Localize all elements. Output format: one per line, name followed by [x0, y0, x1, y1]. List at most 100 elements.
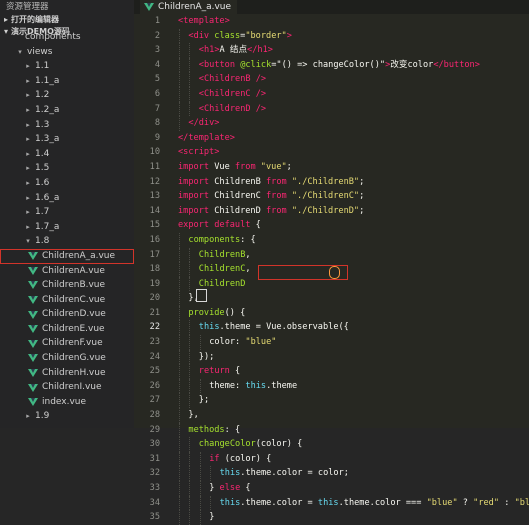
- line-text: <ChildrenB />: [178, 72, 266, 87]
- indent-guide: [179, 116, 180, 131]
- tree-item-label: 1.3_a: [35, 134, 60, 145]
- chevron-down-icon: ▾: [18, 47, 22, 56]
- chevron-down-icon: ▾: [4, 27, 9, 36]
- code-token: @click: [240, 59, 272, 70]
- folder-item[interactable]: ▸ 1.2_a: [0, 103, 134, 118]
- line-number: 23: [149, 337, 160, 348]
- code-token: });: [198, 351, 215, 362]
- indent-guide: [199, 510, 201, 525]
- file-item[interactable]: index.vue: [0, 395, 134, 410]
- vue-file-icon: [28, 325, 38, 334]
- indent-guide: [189, 510, 191, 525]
- folder-item[interactable]: ▸ 1.7: [0, 205, 134, 220]
- folder-item[interactable]: ▸ 1.4: [0, 147, 134, 162]
- file-item[interactable]: ChildrenG.vue: [0, 351, 134, 366]
- code-line: 12 import ChildrenB from "./ChildrenB";: [134, 175, 529, 190]
- code-token: };: [198, 395, 210, 406]
- indent-guide: [179, 291, 180, 306]
- code-token: this: [198, 322, 220, 333]
- line-text: } else {: [178, 481, 251, 496]
- folder-item[interactable]: ▸ 1.6_a: [0, 191, 134, 206]
- code-token: }: [209, 483, 220, 493]
- code-line: 25 return {: [134, 364, 529, 379]
- folder-item[interactable]: ▾ 1.8: [0, 234, 134, 249]
- file-item[interactable]: ChildrenB.vue: [0, 278, 134, 293]
- code-token: ?: [457, 497, 474, 508]
- code-token: "border": [245, 30, 287, 41]
- vue-file-icon: [28, 310, 38, 319]
- code-token: export default: [178, 220, 256, 231]
- code-token: </template>: [178, 132, 235, 143]
- code-token: import: [178, 191, 215, 202]
- line-text: <template>: [178, 14, 230, 29]
- folder-item[interactable]: ▸ 1.1_a: [0, 74, 134, 89]
- line-number: 20: [149, 293, 160, 304]
- folder-item[interactable]: ▸ 1.3: [0, 118, 134, 133]
- file-item[interactable]: ChildrenA_a.vue: [0, 248, 134, 264]
- file-item[interactable]: ChildrenH.vue: [0, 366, 134, 381]
- folder-item[interactable]: ▸ 1.1: [0, 59, 134, 74]
- folder-item[interactable]: ▸ 1.5: [0, 161, 134, 176]
- folder-item[interactable]: ▸ 1.2: [0, 88, 134, 103]
- file-item[interactable]: ChildrenD.vue: [0, 307, 134, 322]
- indent-guide: [179, 451, 180, 467]
- indent-guide: [179, 378, 180, 394]
- line-number: 4: [154, 59, 160, 70]
- code-line: 28},: [134, 408, 529, 423]
- tab-label: ChildrenA_a.vue: [158, 2, 232, 12]
- file-item[interactable]: ChildrenI.vue: [0, 380, 134, 395]
- indent-guide: [179, 437, 180, 452]
- code-token: : {: [240, 234, 256, 245]
- indent-guide: [189, 86, 191, 102]
- code-token: <ChildrenC />: [198, 88, 267, 99]
- code-token: else: [219, 483, 246, 493]
- open-editors-section[interactable]: ▸ 打开的编辑器: [0, 14, 134, 26]
- line-text: <ChildrenD />: [178, 101, 266, 117]
- chevron-right-icon: ▸: [26, 135, 30, 144]
- folder-item[interactable]: ▸ 1.7_a: [0, 220, 134, 235]
- indent-guide: [199, 378, 201, 394]
- tree-item-label: ChildrenF.vue: [42, 338, 103, 349]
- chevron-right-icon: ▸: [26, 193, 30, 202]
- indent-guide: [179, 481, 180, 496]
- code-token: <ChildrenB />: [198, 74, 267, 85]
- line-number: 26: [149, 380, 160, 391]
- indent-guide: [179, 57, 180, 73]
- line-number: 16: [149, 234, 160, 245]
- line-text: methods: {: [178, 422, 240, 438]
- tree-item-label: 1.5: [35, 163, 50, 174]
- line-text: changeColor(color) {: [178, 437, 302, 452]
- indent-guide: [179, 495, 180, 511]
- file-item[interactable]: ChildrenF.vue: [0, 336, 134, 351]
- code-token: },: [188, 410, 199, 421]
- file-item[interactable]: ChildrenC.vue: [0, 293, 134, 308]
- code-token: "./ChildrenB": [291, 176, 360, 187]
- code-token: (color) {: [255, 439, 303, 450]
- folder-item[interactable]: ▾ views: [0, 45, 134, 60]
- code-line: 23 color: "blue": [134, 335, 529, 350]
- indent-guide: [199, 335, 201, 350]
- code-line: 32 this.theme.color = color;: [134, 466, 529, 481]
- code-token: methods: [188, 424, 225, 435]
- line-number: 21: [149, 307, 160, 318]
- code-token: <template>: [178, 16, 230, 26]
- code-line: 15 export default {: [134, 218, 529, 233]
- code-token: (color) {: [224, 453, 272, 464]
- code-line: 35}: [134, 510, 529, 525]
- code-line: 2 <div class="border">: [134, 28, 529, 44]
- tree-item-label: 1.2_a: [35, 104, 60, 115]
- indent-guide: [189, 57, 191, 73]
- folder-item[interactable]: ▸ 1.6: [0, 176, 134, 191]
- code-line: 5 <ChildrenB />: [134, 72, 529, 87]
- folder-item[interactable]: ▸ 1.3_a: [0, 132, 134, 147]
- editor-tab[interactable]: ChildrenA_a.vue: [140, 0, 238, 14]
- code-token: .theme.color ===: [338, 497, 427, 508]
- folder-item[interactable]: ▸ 1.9: [0, 409, 134, 424]
- code-line: 31 if (color) {: [134, 451, 529, 467]
- code-token: "vue": [260, 161, 287, 172]
- file-item[interactable]: ChildrenE.vue: [0, 322, 134, 337]
- indent-guide: [189, 378, 191, 394]
- file-item[interactable]: ChildrenA.vue: [0, 264, 134, 279]
- vue-file-icon: [28, 383, 38, 392]
- code-line: 21 provide() {: [134, 305, 529, 321]
